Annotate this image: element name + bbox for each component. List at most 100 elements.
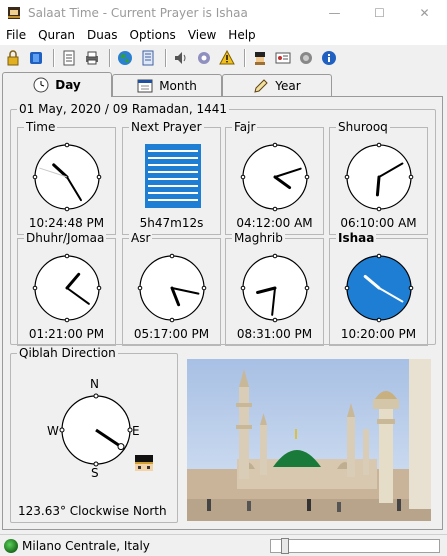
card-icon[interactable] (273, 48, 293, 68)
clock-tick (376, 206, 382, 212)
clock-maghrib-value: 08:31:00 PM (236, 327, 313, 341)
clock-maghrib: Maghrib 08:31:00 PM (225, 231, 324, 346)
toolbar-separator (165, 49, 167, 67)
volume-slider[interactable] (270, 538, 440, 554)
clock-shurooq-label: Shurooq (336, 120, 390, 134)
status-bar: Milano Centrale, Italy (0, 534, 447, 556)
list-icon[interactable] (138, 48, 158, 68)
next-prayer: Next Prayer 5h47m12s (122, 120, 221, 235)
toolbar-separator (109, 49, 111, 67)
clock-asr-face (137, 253, 207, 323)
clock-tick (304, 174, 310, 180)
maximize-button[interactable]: ☐ (357, 0, 402, 25)
clock-dhuhr-face (32, 253, 102, 323)
toolbar (0, 45, 447, 71)
sound-icon[interactable] (296, 48, 316, 68)
menu-quran[interactable]: Quran (32, 28, 81, 42)
compass-east: E (132, 424, 140, 438)
compass-south: S (91, 466, 99, 480)
mosque-photo (187, 359, 431, 521)
status-location: Milano Centrale, Italy (4, 538, 150, 553)
close-button[interactable]: ✕ (402, 0, 447, 25)
book-icon[interactable] (26, 48, 46, 68)
clock-time: Time 10:24:48 PM (17, 120, 116, 235)
clock-tick (137, 285, 143, 291)
clock-dhuhr: Dhuhr/Jomaa 01:21:00 PM (17, 231, 116, 346)
clock-tick (376, 142, 382, 148)
clock-tick (240, 285, 246, 291)
tab-year[interactable]: Year (222, 74, 332, 96)
window-title: Salaat Time - Current Prayer is Ishaa (28, 5, 248, 20)
clock-tick (272, 317, 278, 323)
clock-dhuhr-label: Dhuhr/Jomaa (24, 231, 107, 245)
clock-fajr-label: Fajr (232, 120, 258, 134)
clock-tick (272, 253, 278, 259)
minimize-button[interactable]: — (312, 0, 357, 25)
menu-duas[interactable]: Duas (81, 28, 123, 42)
compass-north: N (90, 377, 99, 391)
globe-icon[interactable] (115, 48, 135, 68)
next-prayer-label: Next Prayer (129, 120, 204, 134)
menu-view[interactable]: View (182, 28, 222, 42)
clock-ishaa: Ishaa 10:20:00 PM (329, 231, 428, 346)
clock-maghrib-label: Maghrib (232, 231, 285, 245)
clock-dhuhr-value: 01:21:00 PM (28, 327, 105, 341)
clock-asr-value: 05:17:00 PM (133, 327, 210, 341)
clock-tick (32, 174, 38, 180)
qiblah-group: Qiblah Direction N S W E 123.63° Clockwi… (10, 346, 178, 523)
clock-shurooq: Shurooq 06:10:00 AM (329, 120, 428, 235)
print-icon[interactable] (82, 48, 102, 68)
menu-help[interactable]: Help (222, 28, 261, 42)
clock-tick (240, 174, 246, 180)
clock-fajr: Fajr 04:12:00 AM (225, 120, 324, 235)
clock-tick (272, 142, 278, 148)
clock-tick (96, 174, 102, 180)
clock-ishaa-value: 10:20:00 PM (340, 327, 417, 341)
lock-icon[interactable] (3, 48, 23, 68)
clock-tick (64, 206, 70, 212)
title-bar: Salaat Time - Current Prayer is Ishaa — … (0, 0, 447, 25)
volume-slider-thumb[interactable] (281, 538, 289, 554)
clock-tick (169, 317, 175, 323)
tab-year-label: Year (275, 78, 301, 93)
clock-tick (408, 174, 414, 180)
toolbar-separator (244, 49, 246, 67)
clock-tick (64, 142, 70, 148)
tab-day[interactable]: Day (2, 72, 112, 97)
clock-tick (376, 253, 382, 259)
info-icon[interactable] (319, 48, 339, 68)
settings-icon[interactable] (194, 48, 214, 68)
clock-ishaa-face (344, 253, 414, 323)
clock-time-value: 10:24:48 PM (28, 216, 105, 230)
clock-shurooq-value: 06:10:00 AM (340, 216, 417, 230)
menu-bar: File Quran Duas Options View Help (0, 25, 447, 45)
date-header: 01 May, 2020 / 09 Ramadan, 1441 (17, 102, 230, 116)
menu-options[interactable]: Options (124, 28, 182, 42)
qiblah-bearing: 123.63° Clockwise North (18, 504, 167, 518)
menu-file[interactable]: File (0, 28, 32, 42)
clock-icon (33, 77, 49, 93)
tab-month[interactable]: Month (112, 74, 222, 96)
page-icon[interactable] (59, 48, 79, 68)
clock-maghrib-face (240, 253, 310, 323)
clock-tick (64, 253, 70, 259)
user-icon[interactable] (250, 48, 270, 68)
compass-west: W (47, 424, 59, 438)
warning-icon[interactable] (217, 48, 237, 68)
clock-time-face (32, 142, 102, 212)
clock-fajr-face (240, 142, 310, 212)
clock-tick (408, 285, 414, 291)
clock-tick (201, 285, 207, 291)
next-prayer-value: 5h47m12s (139, 216, 204, 230)
day-panel: 01 May, 2020 / 09 Ramadan, 1441 Time 10:… (2, 96, 443, 530)
speaker-icon[interactable] (171, 48, 191, 68)
kaaba-icon (135, 455, 153, 471)
clock-tick (64, 317, 70, 323)
clock-time-label: Time (24, 120, 58, 134)
tab-bar: Day Month Year (0, 72, 447, 97)
clock-tick (344, 174, 350, 180)
qiblah-needle-tip (117, 443, 125, 451)
clock-tick (304, 285, 310, 291)
globe-icon (4, 538, 18, 553)
clock-tick (376, 317, 382, 323)
